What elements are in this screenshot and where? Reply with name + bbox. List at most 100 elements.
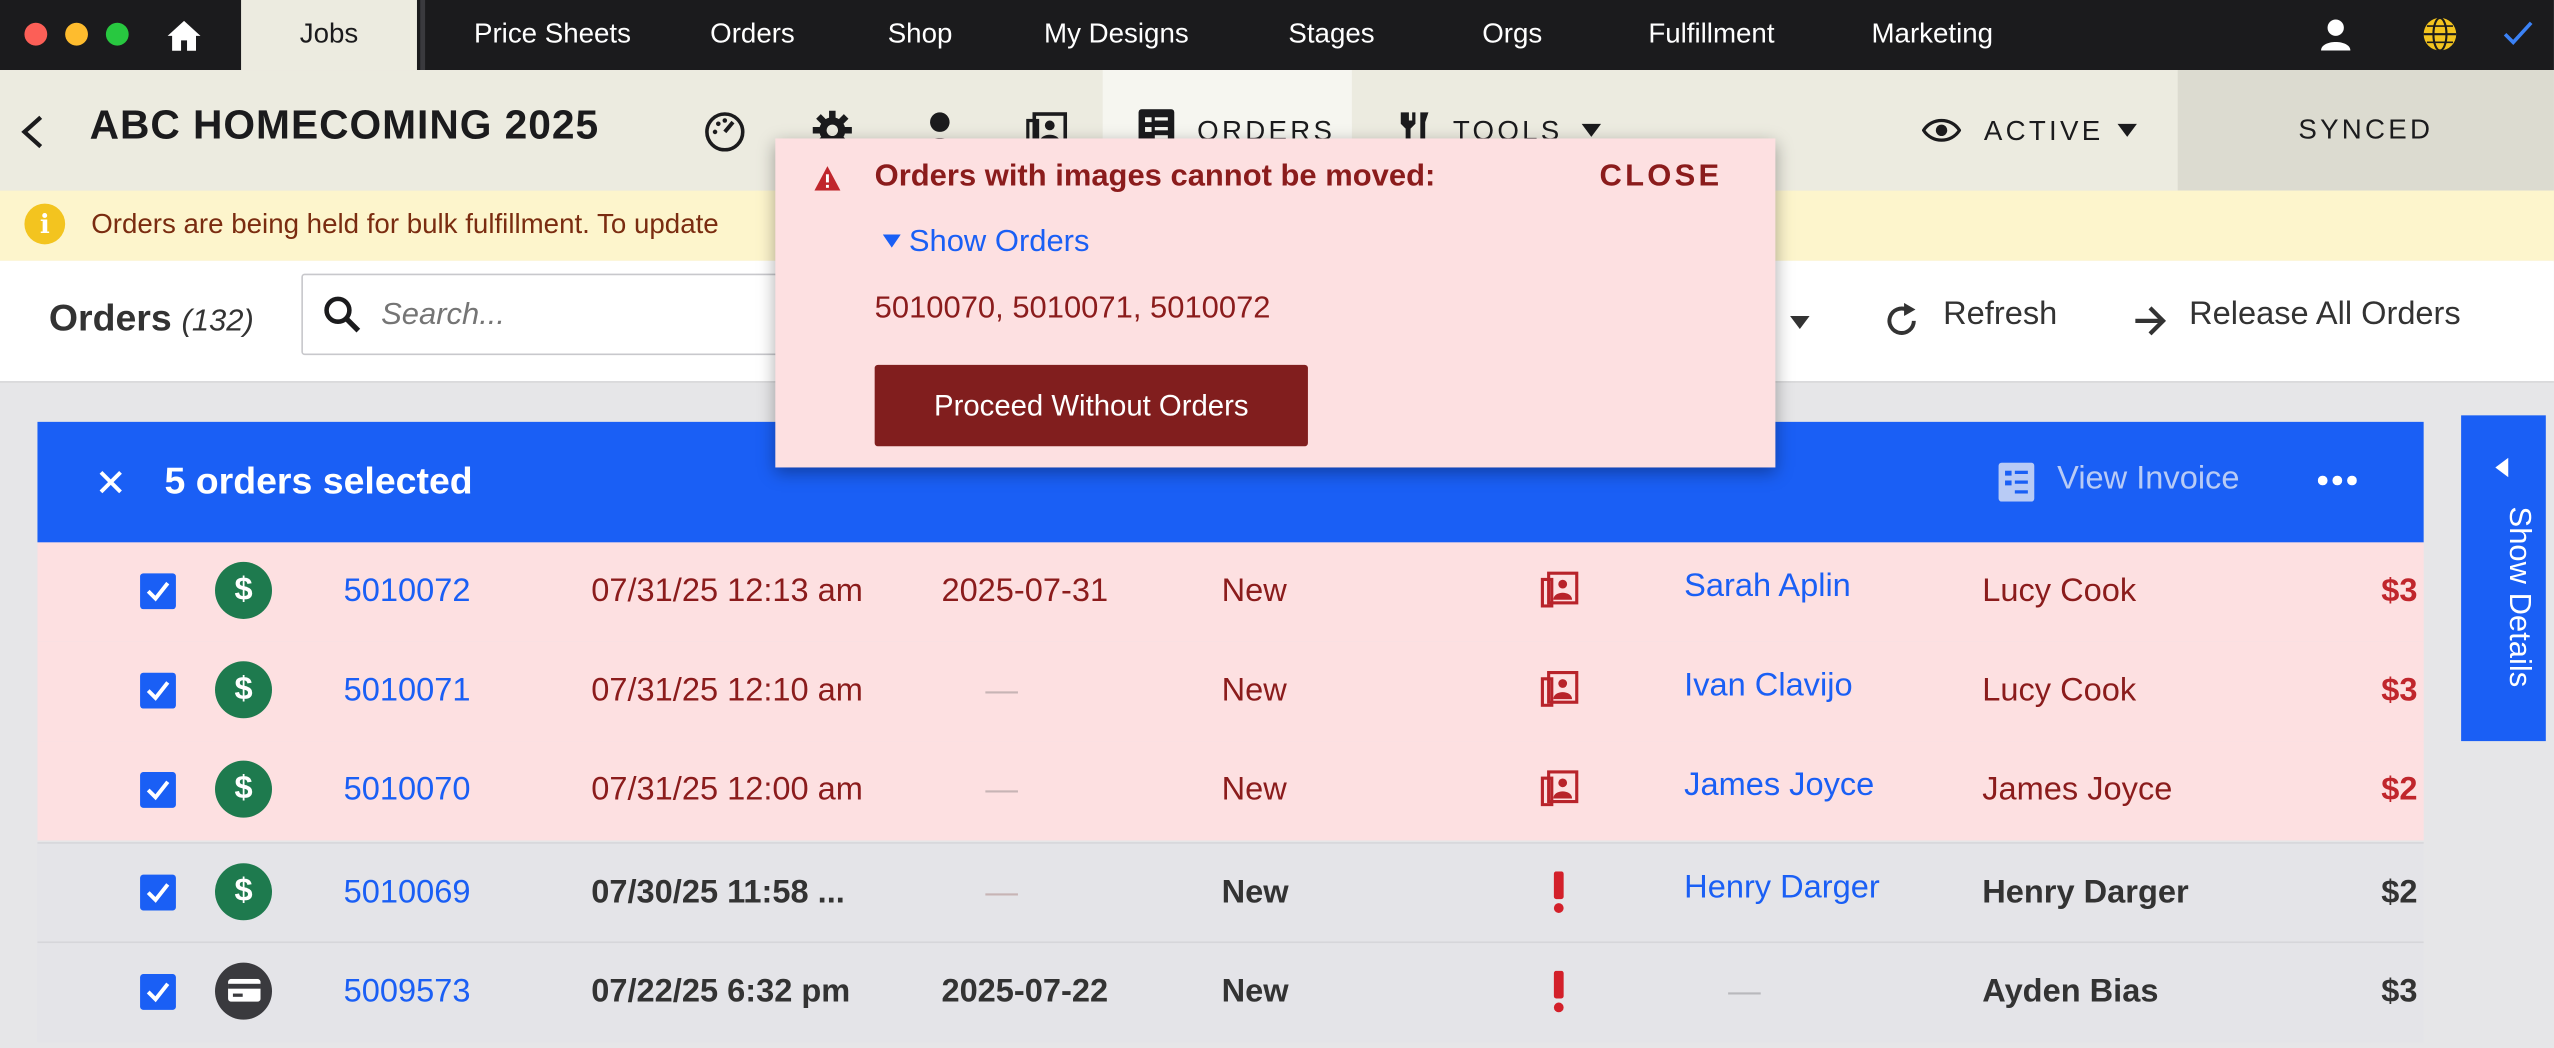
order-date: 2025-07-31 [941,573,1109,610]
table-row[interactable]: $5010070 07/31/25 12:00 am — New James Joyce… [37,741,2424,841]
blocked-orders-list: 5010070, 5010071, 5010072 [874,291,1271,326]
status-chevron-down-icon[interactable] [2117,123,2137,137]
order-id-link[interactable]: 5010069 [344,875,471,912]
nav-tab-orders[interactable]: Orders [710,0,795,70]
row-checkbox[interactable] [140,672,176,709]
search-input[interactable] [377,275,792,357]
checkmark-icon[interactable] [2502,20,2535,49]
order-recipient: Lucy Cook [1982,573,2137,610]
dashboard-gauge-icon[interactable] [704,109,746,152]
nav-tab-fulfillment[interactable]: Fulfillment [1648,0,1774,70]
orders-heading-label: Orders [48,296,172,339]
invoice-icon [1998,462,2035,502]
nav-tab-orgs[interactable]: Orgs [1482,0,1542,70]
search-box[interactable] [301,273,794,357]
more-options-icon[interactable] [2317,475,2357,486]
info-icon: i [24,203,66,245]
order-id-link[interactable]: 5009573 [344,974,471,1011]
exclamation-icon [1552,970,1565,1021]
order-date: — [985,672,1018,709]
order-created: 07/31/25 12:00 am [591,772,863,808]
window-close-dot[interactable] [24,22,48,46]
caret-down-icon[interactable] [882,234,901,248]
order-amount: $3 [2381,672,2418,709]
filter-chevron-down-icon[interactable] [1790,315,1810,330]
page-title: ABC HOMECOMING 2025 [89,102,600,149]
move-orders-error-popup: Orders with images cannot be moved: CLOS… [775,138,1776,468]
order-customer-link[interactable]: Ivan Clavijo [1684,668,1852,705]
selection-count: 5 orders selected [164,459,473,502]
row-checkbox[interactable] [140,573,176,610]
tools-chevron-down-icon[interactable] [1581,123,1602,137]
order-recipient: Henry Darger [1982,874,2189,911]
window-minimize-dot[interactable] [65,22,88,46]
order-customer-link[interactable]: Henry Darger [1684,870,1880,907]
nav-tab-stages[interactable]: Stages [1288,0,1374,70]
order-customer-link[interactable]: James Joyce [1684,767,1874,804]
order-date: — [985,874,1018,911]
order-customer: — [1728,974,1761,1010]
order-created: 07/30/25 11:58 ... [591,874,845,911]
clear-selection-icon[interactable] [99,470,122,494]
order-amount: $2 [2381,772,2418,808]
order-recipient: James Joyce [1982,772,2173,808]
nav-divider [420,0,426,71]
refresh-button[interactable]: Refresh [1943,296,2057,333]
order-recipient: Lucy Cook [1982,672,2137,709]
nav-tab-shop[interactable]: Shop [888,0,953,70]
sync-status: SYNCED [2177,70,2554,191]
order-created: 07/31/25 12:13 am [591,573,863,610]
order-customer-link[interactable]: Sarah Aplin [1684,568,1851,605]
status-dropdown-label[interactable]: ACTIVE [1984,116,2104,149]
nav-tab-my-designs[interactable]: My Designs [1044,0,1189,70]
table-row[interactable]: 5009573 07/22/25 6:32 pm 2025-07-22 New — Ayd… [37,941,2424,1043]
row-checkbox[interactable] [140,874,176,911]
collapse-left-icon [2495,457,2509,478]
window-zoom-dot[interactable] [105,22,129,46]
order-id-link[interactable]: 5010072 [344,573,471,610]
order-amount: $3 [2381,573,2418,610]
orders-heading: Orders (132) [49,296,254,340]
order-amount: $3 [2381,974,2418,1010]
refresh-icon[interactable] [1885,302,1921,339]
popup-close-button[interactable]: CLOSE [1599,160,1722,196]
order-id-link[interactable]: 5010071 [344,673,471,710]
arrow-right-icon[interactable] [2134,305,2167,338]
home-icon[interactable] [166,18,202,54]
card-icon [215,962,273,1020]
nav-tab-marketing[interactable]: Marketing [1871,0,1993,70]
show-orders-toggle[interactable]: Show Orders [909,225,1090,261]
order-status: New [1221,874,1289,911]
globe-icon[interactable] [2422,16,2458,52]
dollar-icon: $ [215,760,273,818]
order-created: 07/31/25 12:10 am [591,672,863,709]
row-checkbox[interactable] [140,772,176,808]
order-status: New [1221,772,1287,808]
warning-icon [814,166,841,191]
show-details-panel-toggle[interactable]: Show Details [2461,415,2546,742]
proceed-without-orders-button[interactable]: Proceed Without Orders [874,364,1308,447]
popup-title: Orders with images cannot be moved: [874,159,1436,194]
row-checkbox[interactable] [140,974,176,1010]
view-invoice-button[interactable]: View Invoice [2057,461,2239,498]
nav-tab-price-sheets[interactable]: Price Sheets [474,0,631,70]
order-status: New [1221,672,1287,709]
table-row[interactable]: $5010069 07/30/25 11:58 ... — New Henry Darg… [37,842,2424,944]
top-navigation: Jobs Price Sheets Orders Shop My Designs… [0,0,2554,71]
release-all-orders-button[interactable]: Release All Orders [2189,296,2461,333]
images-icon [1539,570,1580,616]
table-row[interactable]: $5010072 07/31/25 12:13 am 2025-07-31 New Sa… [37,542,2424,642]
search-icon [324,296,361,333]
order-date: — [985,772,1018,808]
user-icon[interactable] [2319,18,2352,51]
images-icon [1539,769,1580,815]
back-chevron-icon[interactable] [20,114,46,150]
images-icon [1539,669,1580,715]
order-id-link[interactable]: 5010070 [344,772,471,809]
table-row[interactable]: $5010071 07/31/25 12:10 am — New Ivan Clavij… [37,641,2424,742]
order-recipient: Ayden Bias [1982,974,2159,1010]
order-status: New [1221,573,1287,610]
order-created: 07/22/25 6:32 pm [591,974,851,1010]
order-status: New [1221,974,1289,1010]
nav-tab-jobs[interactable]: Jobs [241,0,417,71]
